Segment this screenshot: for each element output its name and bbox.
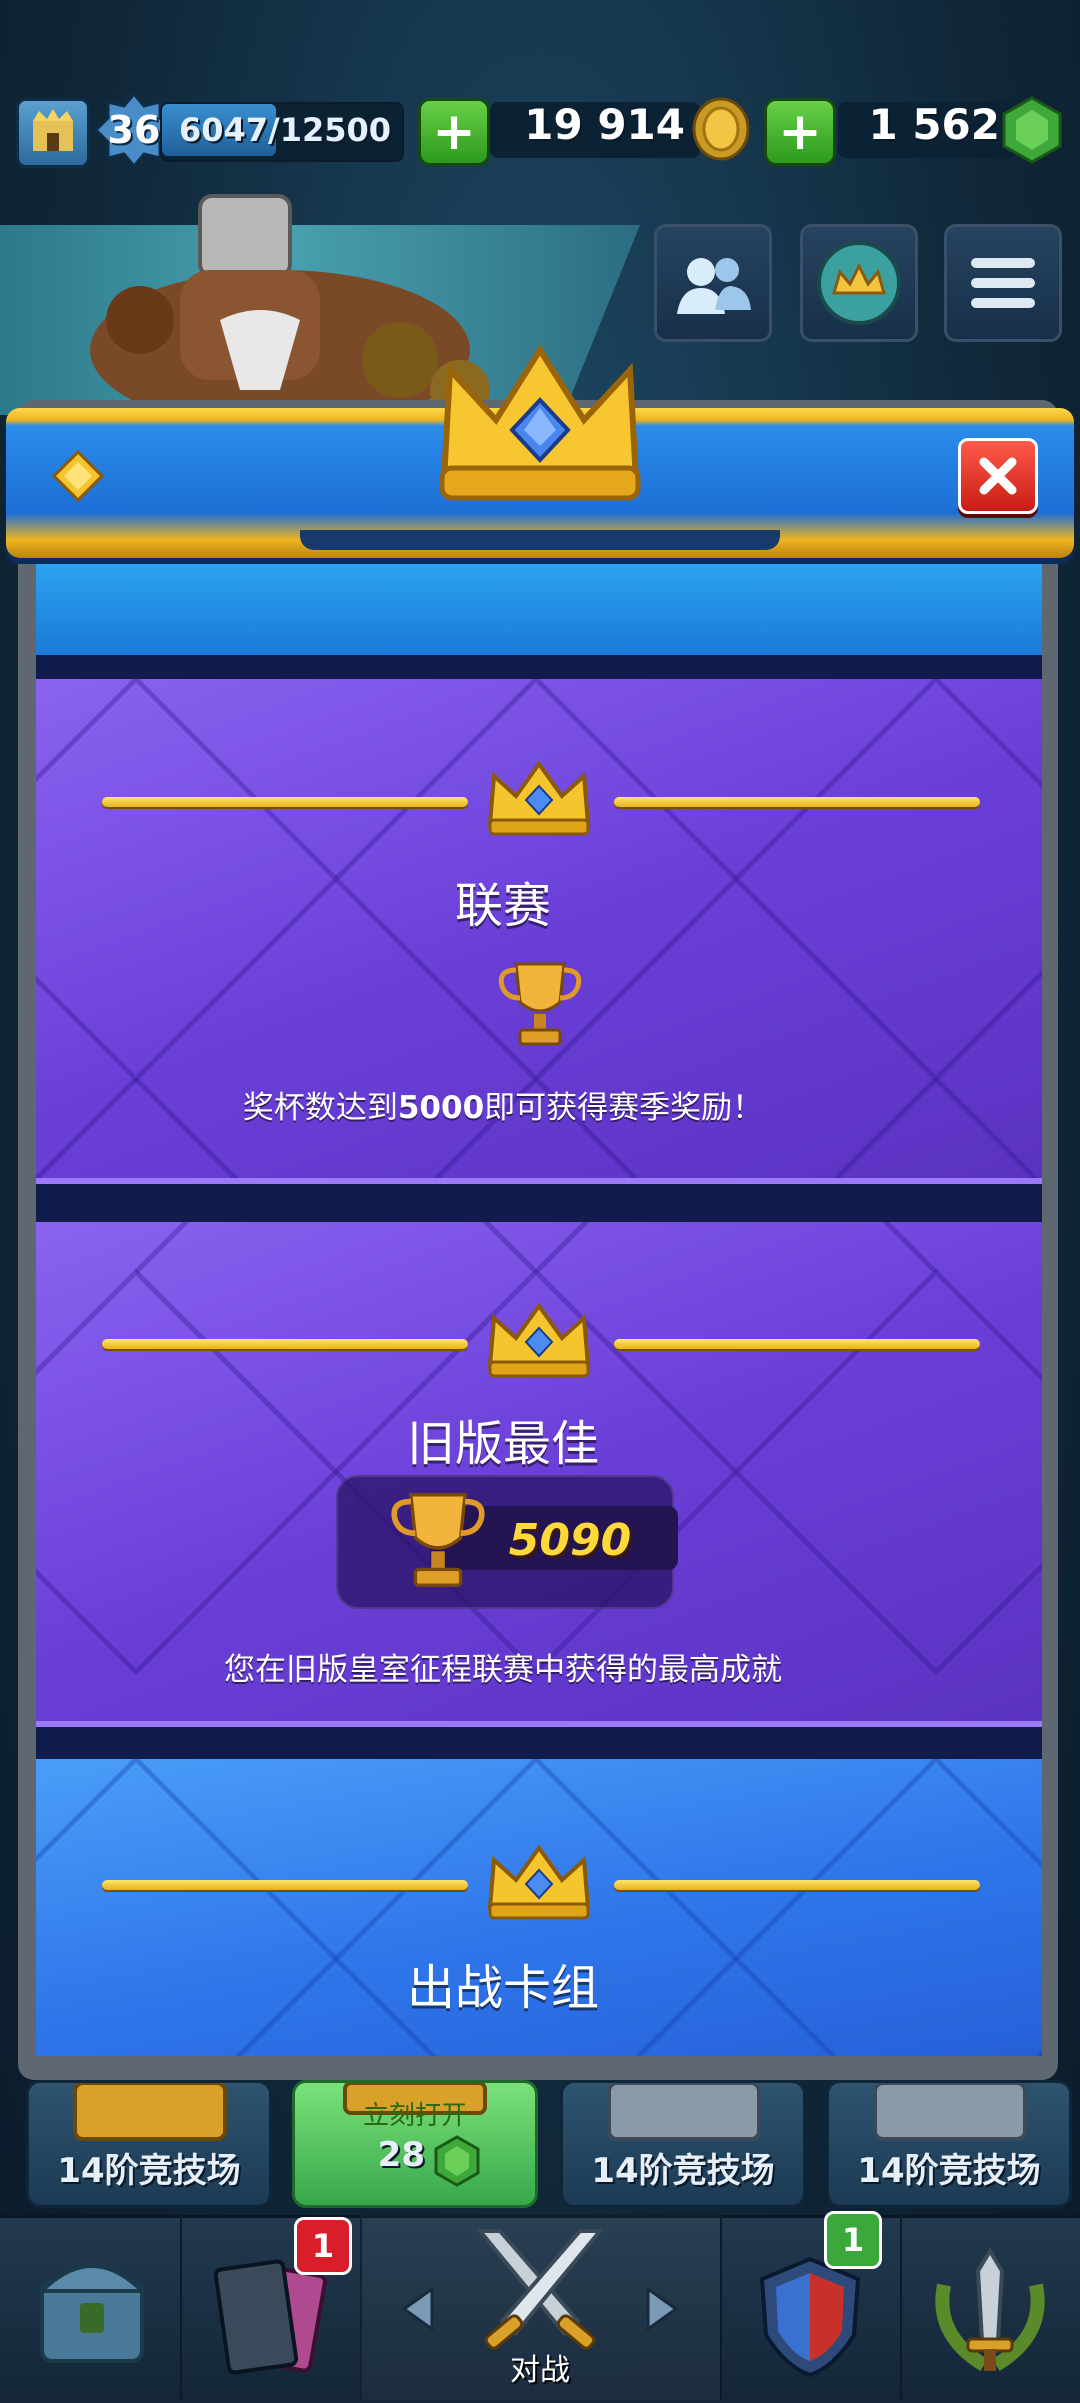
battle-deck-title: 出战卡组 <box>406 1960 599 2016</box>
section-divider-right <box>614 1339 980 1349</box>
gold-coin-icon <box>692 97 750 161</box>
crown-icon <box>487 1302 591 1378</box>
league-description: 奖杯数达到5000即可获得赛季奖励！ <box>242 1090 764 1126</box>
league-crown-icon <box>439 344 641 501</box>
shop-chest-icon <box>37 2264 147 2363</box>
chest-label: 14阶竞技场 <box>57 2151 241 2191</box>
chest-icon <box>73 2083 227 2141</box>
xp-text: 6047/12500 <box>178 111 392 149</box>
trophy-target: 5000 <box>397 1090 485 1126</box>
clan-shield-icon <box>759 2256 861 2378</box>
battle-label: 对战 <box>510 2353 570 2388</box>
trophy-icon <box>498 962 582 1046</box>
divider <box>36 1727 1042 1759</box>
gold-amount: 19 914 <box>524 100 685 149</box>
chest-icon <box>873 2083 1027 2141</box>
chevron-left-icon[interactable] <box>400 2287 436 2331</box>
chest-icon <box>607 2083 761 2141</box>
section-divider-left <box>102 1339 468 1349</box>
globe-crown-icon <box>817 241 901 325</box>
diamond-icon <box>51 449 105 503</box>
section-divider-right <box>614 1880 980 1890</box>
legacy-best-description: 您在旧版皇室征程联赛中获得的最高成就 <box>224 1652 782 1688</box>
open-now-label: 立刻打开 <box>362 2101 467 2131</box>
chest-slot-4[interactable]: 14阶竞技场 <box>826 2080 1072 2208</box>
crown-icon <box>487 760 591 836</box>
chest-label: 14阶竞技场 <box>591 2151 775 2191</box>
section-divider-left <box>102 1880 468 1890</box>
gem-amount: 1 562 <box>868 100 1000 149</box>
gem-cost: 28 <box>377 2135 425 2175</box>
section-divider-left <box>102 797 468 807</box>
league-title: 联赛 <box>454 878 551 934</box>
chevron-right-icon[interactable] <box>644 2287 680 2331</box>
clan-notification-badge: 1 <box>824 2211 882 2269</box>
crown-icon <box>487 1844 591 1920</box>
clan-button[interactable] <box>800 224 918 342</box>
cards-notification-badge: 1 <box>294 2217 352 2275</box>
header-tab-shadow <box>300 530 780 550</box>
chest-slot-2[interactable]: 立刻打开 28 <box>292 2080 538 2208</box>
nav-clan[interactable]: 1 <box>720 2211 902 2400</box>
friends-button[interactable] <box>654 224 772 342</box>
friends-icon <box>677 258 751 314</box>
best-trophy-count: 5090 <box>508 1514 632 1566</box>
chest-slot-3[interactable]: 14阶竞技场 <box>560 2080 806 2208</box>
nav-events[interactable] <box>900 2215 1080 2400</box>
hamburger-icon <box>971 258 1035 308</box>
gem-icon <box>1002 96 1062 164</box>
menu-button[interactable] <box>944 224 1062 342</box>
king-tower-icon[interactable] <box>16 98 90 168</box>
gem-icon <box>434 2135 480 2187</box>
close-icon <box>979 457 1017 495</box>
chest-label: 14阶竞技场 <box>857 2151 1041 2191</box>
nav-shop[interactable] <box>0 2215 182 2400</box>
chest-slot-1[interactable]: 14阶竞技场 <box>26 2080 272 2208</box>
section-divider-right <box>614 797 980 807</box>
buy-gold-button[interactable]: + <box>418 98 490 166</box>
laurel-sword-icon <box>935 2247 1045 2372</box>
close-button[interactable] <box>958 438 1038 514</box>
nav-cards[interactable]: 1 <box>180 2215 362 2400</box>
legacy-best-title: 旧版最佳 <box>406 1416 599 1472</box>
divider <box>36 1184 1042 1222</box>
divider <box>36 655 1042 679</box>
buy-gems-button[interactable]: + <box>764 98 836 166</box>
modal-top-area <box>36 555 1042 655</box>
